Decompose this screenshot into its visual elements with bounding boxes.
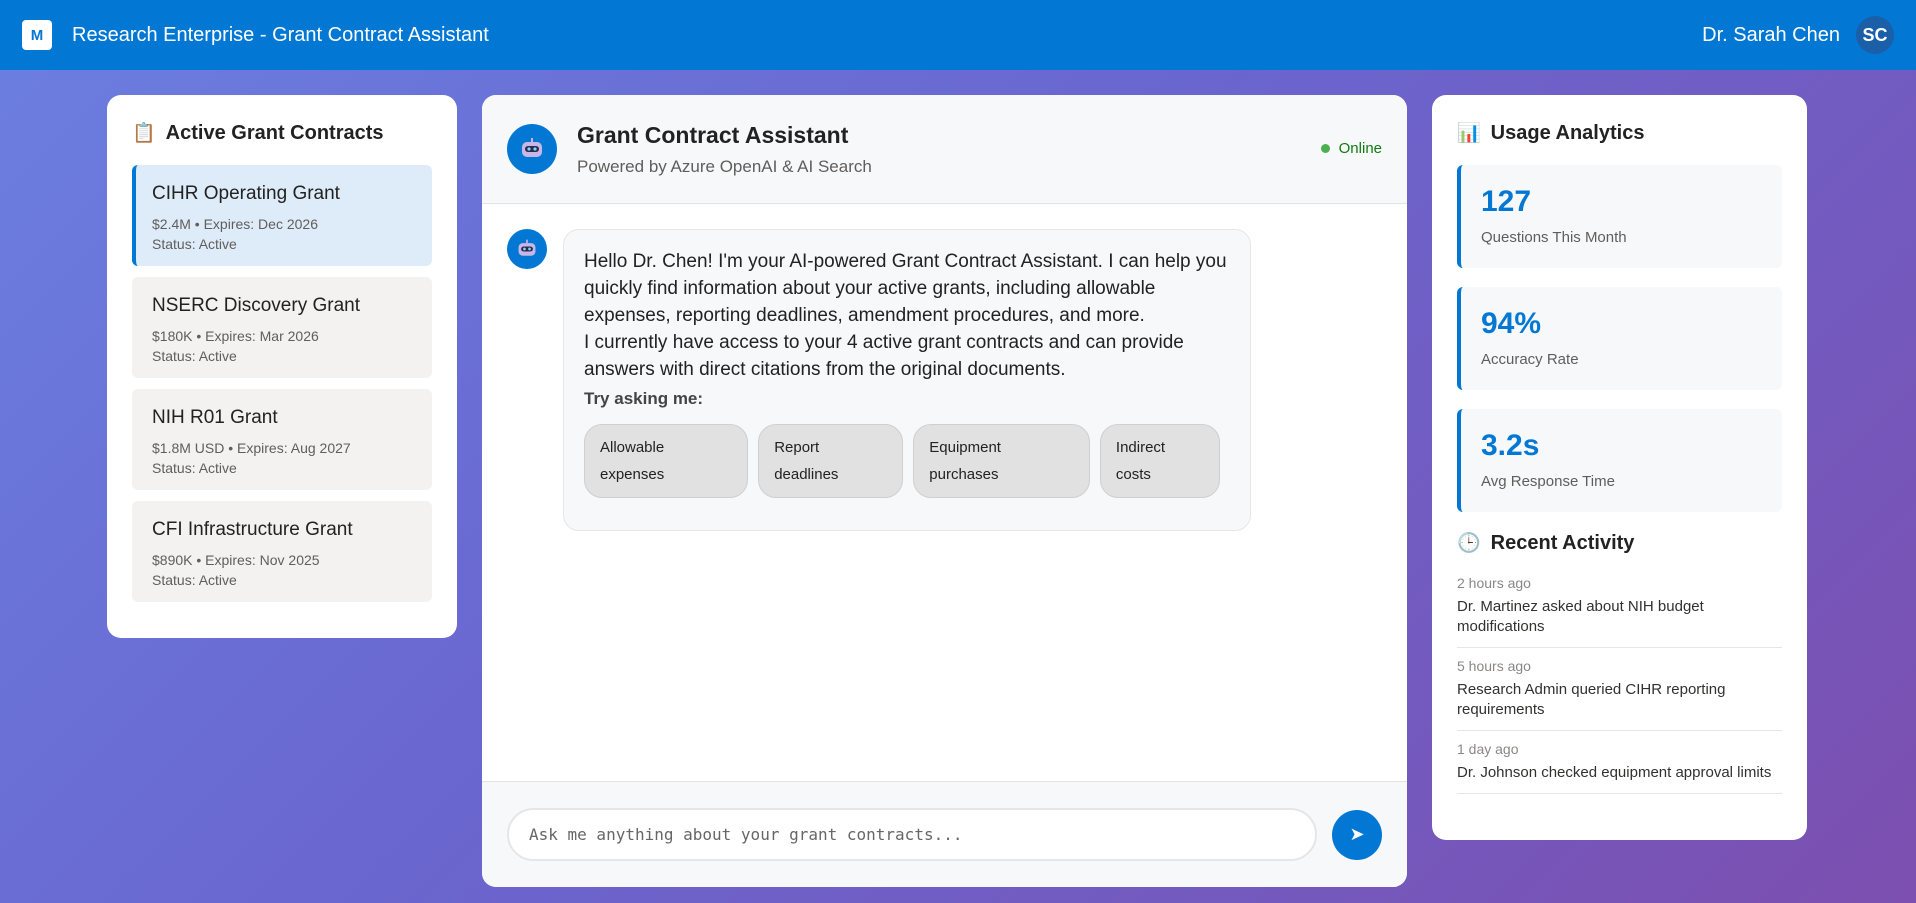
- grant-meta: $890K • Expires: Nov 2025: [152, 552, 320, 568]
- grant-meta: $2.4M • Expires: Dec 2026: [152, 216, 318, 232]
- activity-time: 5 hours ago: [1457, 658, 1531, 674]
- grant-name: CIHR Operating Grant: [152, 183, 340, 204]
- stat-label: Accuracy Rate: [1481, 351, 1579, 368]
- activity-item: 1 day ago Dr. Johnson checked equipment …: [1457, 731, 1782, 794]
- grant-item-cfi[interactable]: CFI Infrastructure Grant $890K • Expires…: [132, 501, 432, 602]
- chat-subtitle: Powered by Azure OpenAI & AI Search: [577, 156, 872, 176]
- grant-name: NSERC Discovery Grant: [152, 295, 360, 316]
- robot-icon: [507, 229, 547, 269]
- stat-label: Avg Response Time: [1481, 473, 1615, 490]
- activity-time: 1 day ago: [1457, 741, 1519, 757]
- grants-panel-title: Active Grant Contracts: [165, 121, 384, 144]
- assistant-message: Hello Dr. Chen! I'm your AI-powered Gran…: [507, 229, 1382, 531]
- grant-status: Status: Active: [152, 348, 237, 364]
- stat-value: 127: [1481, 185, 1532, 218]
- message-paragraph: Hello Dr. Chen! I'm your AI-powered Gran…: [584, 251, 1227, 326]
- grants-panel: 📋 Active Grant Contracts CIHR Operating …: [107, 95, 457, 638]
- suggestion-chips: Allowable expenses Report deadlines Equi…: [584, 424, 1230, 498]
- app-logo[interactable]: M: [22, 20, 52, 50]
- send-button[interactable]: ➤: [1332, 809, 1382, 860]
- chat-title: Grant Contract Assistant: [577, 121, 849, 148]
- analytics-panel: 📊 Usage Analytics 127 Questions This Mon…: [1432, 95, 1807, 840]
- grant-status: Status: Active: [152, 460, 237, 476]
- chat-header: Grant Contract Assistant Powered by Azur…: [482, 95, 1407, 204]
- bar-chart-icon: 📊: [1457, 123, 1481, 144]
- clipboard-icon: 📋: [132, 123, 156, 144]
- grant-name: CFI Infrastructure Grant: [152, 519, 353, 540]
- activity-time: 2 hours ago: [1457, 575, 1531, 591]
- grant-item-cihr[interactable]: CIHR Operating Grant $2.4M • Expires: De…: [132, 165, 432, 266]
- grant-status: Status: Active: [152, 236, 237, 252]
- analytics-heading: 📊 Usage Analytics: [1457, 121, 1782, 145]
- stat-questions: 127 Questions This Month: [1457, 165, 1782, 268]
- grant-meta: $1.8M USD • Expires: Aug 2027: [152, 440, 351, 456]
- stat-value: 94%: [1481, 307, 1542, 340]
- user-menu[interactable]: Dr. Sarah Chen SC: [1702, 16, 1894, 54]
- activity-text: Research Admin queried CIHR reporting re…: [1457, 681, 1726, 718]
- brand: M Research Enterprise - Grant Contract A…: [22, 20, 489, 50]
- grant-status: Status: Active: [152, 572, 237, 588]
- activity-text: Dr. Johnson checked equipment approval l…: [1457, 764, 1772, 781]
- activity-item: 5 hours ago Research Admin queried CIHR …: [1457, 648, 1782, 731]
- status-badge: Online: [1320, 140, 1382, 157]
- recent-activity-heading: 🕒 Recent Activity: [1457, 531, 1782, 555]
- stat-accuracy: 94% Accuracy Rate: [1457, 287, 1782, 390]
- clock-icon: 🕒: [1457, 533, 1481, 554]
- suggestion-chip-report-deadlines[interactable]: Report deadlines: [758, 424, 904, 498]
- analytics-title: Usage Analytics: [1490, 121, 1645, 144]
- activity-item: 2 hours ago Dr. Martinez asked about NIH…: [1457, 565, 1782, 648]
- stat-response-time: 3.2s Avg Response Time: [1457, 409, 1782, 512]
- top-bar: M Research Enterprise - Grant Contract A…: [0, 0, 1916, 70]
- grants-panel-heading: 📋 Active Grant Contracts: [132, 121, 432, 145]
- suggestion-chip-indirect-costs[interactable]: Indirect costs: [1099, 424, 1220, 498]
- send-arrow-icon: ➤: [1349, 824, 1365, 844]
- grant-name: NIH R01 Grant: [152, 407, 278, 428]
- suggestion-chip-equipment-purchases[interactable]: Equipment purchases: [913, 424, 1090, 498]
- stat-label: Questions This Month: [1481, 229, 1627, 246]
- chat-input-area: ➤: [482, 781, 1407, 887]
- grant-item-nserc[interactable]: NSERC Discovery Grant $180K • Expires: M…: [132, 277, 432, 378]
- app-title: Research Enterprise - Grant Contract Ass…: [72, 23, 489, 46]
- online-dot-icon: [1320, 144, 1330, 153]
- suggestion-chip-allowable-expenses[interactable]: Allowable expenses: [584, 424, 749, 498]
- chat-input[interactable]: [507, 808, 1317, 861]
- grant-item-nih[interactable]: NIH R01 Grant $1.8M USD • Expires: Aug 2…: [132, 389, 432, 490]
- robot-icon: [507, 124, 557, 174]
- message-bubble: Hello Dr. Chen! I'm your AI-powered Gran…: [563, 229, 1251, 531]
- stat-value: 3.2s: [1481, 429, 1540, 462]
- avatar[interactable]: SC: [1856, 16, 1894, 54]
- activity-text: Dr. Martinez asked about NIH budget modi…: [1457, 598, 1704, 635]
- suggestions-label: Try asking me:: [584, 389, 704, 408]
- message-list[interactable]: Hello Dr. Chen! I'm your AI-powered Gran…: [482, 204, 1407, 781]
- status-text: Online: [1338, 140, 1382, 157]
- message-paragraph: I currently have access to your 4 active…: [584, 332, 1184, 380]
- user-name: Dr. Sarah Chen: [1702, 23, 1840, 46]
- grant-meta: $180K • Expires: Mar 2026: [152, 328, 319, 344]
- recent-activity-title: Recent Activity: [1490, 531, 1635, 554]
- chat-panel: Grant Contract Assistant Powered by Azur…: [482, 95, 1407, 887]
